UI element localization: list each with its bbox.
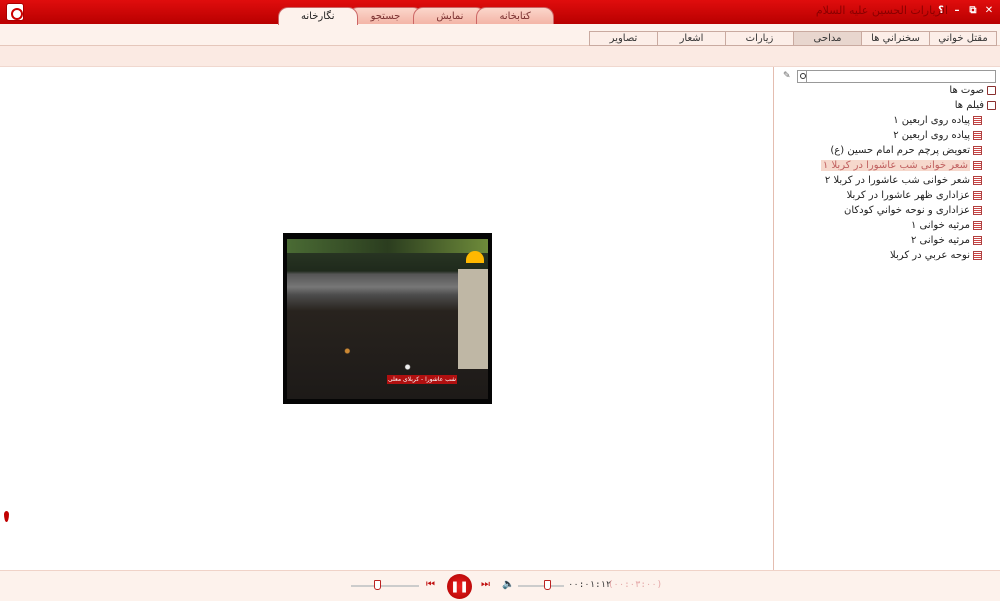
tab-gallery[interactable]: نگارخانه: [278, 7, 358, 25]
tree-item[interactable]: عزاداری و نوحه خواني کودکان: [776, 203, 982, 218]
tree-item[interactable]: عزاداری ظهر عاشورا در کربلا: [776, 188, 982, 203]
previous-icon[interactable]: ⏮: [426, 579, 435, 590]
seek-slider-thumb[interactable]: [544, 580, 551, 590]
tab-library[interactable]: کتابخانه: [476, 7, 554, 25]
minimize-button[interactable]: –: [950, 4, 964, 18]
file-icon: [973, 251, 982, 260]
tab-ziyarat[interactable]: زیارات: [725, 31, 793, 46]
folder-open-icon: [987, 101, 996, 110]
file-icon: [973, 191, 982, 200]
video-frame: شب عاشورا - کربلای معلی: [287, 239, 488, 399]
tree-item[interactable]: پیاده روی اربعین ۲: [776, 128, 982, 143]
tree-item[interactable]: نوحه عربي در کربلا: [776, 248, 982, 263]
file-icon: [973, 131, 982, 140]
file-icon: [973, 146, 982, 155]
window-title: الزيارات الحسين عليه السلام: [815, 4, 948, 17]
zoom-slider-thumb[interactable]: [374, 580, 381, 590]
total-time: (۰۰:۰۳:۰۰): [608, 580, 663, 590]
seek-slider-track[interactable]: [518, 585, 564, 587]
tree-item[interactable]: مرثیه خوانی ۱: [776, 218, 982, 233]
next-icon[interactable]: ⏭: [481, 579, 490, 590]
file-icon: [973, 116, 982, 125]
file-icon: [973, 206, 982, 215]
app-window: نگارخانه جستجو نمایش کتابخانه الزيارات ا…: [0, 0, 1000, 601]
edit-icon[interactable]: ✎: [783, 71, 791, 81]
media-sidebar: ✎ صوت ها فیلم ها پیاده روی اربعین ۱ پیاد…: [773, 67, 1000, 570]
video-caption: شب عاشورا - کربلای معلی: [387, 375, 457, 384]
video-player[interactable]: شب عاشورا - کربلای معلی: [283, 233, 492, 404]
channel-logo-icon: [466, 251, 484, 263]
current-time: ۰۰:۰۱:۱۲: [568, 580, 612, 590]
media-tree: صوت ها فیلم ها پیاده روی اربعین ۱ پیاده …: [776, 83, 996, 263]
volume-icon[interactable]: 🔈: [502, 579, 514, 590]
tree-folder-audio[interactable]: صوت ها: [776, 83, 996, 98]
tab-poems[interactable]: اشعار: [657, 31, 725, 46]
player-bar: ⏮ ❚❚ ⏭ 🔈 ۰۰:۰۱:۱۲ (۰۰:۰۳:۰۰): [0, 570, 1000, 601]
tree-item-selected[interactable]: شعر خوانی شب عاشورا در کربلا ۱: [776, 158, 982, 173]
category-tab-bar: تصاویر اشعار زیارات مداحی سخنراني ها مقت…: [0, 24, 1000, 46]
tree-folder-video[interactable]: فیلم ها: [776, 98, 996, 113]
close-button[interactable]: ✕: [982, 4, 996, 18]
tree-item[interactable]: مرثیه خوانی ۲: [776, 233, 982, 248]
tab-eulogy[interactable]: مداحی: [793, 31, 861, 46]
tree-item[interactable]: شعر خوانی شب عاشورا در کربلا ۲: [776, 173, 982, 188]
tree-item[interactable]: تعویض پرچم حرم امام حسین (ع): [776, 143, 982, 158]
search-input[interactable]: [806, 70, 996, 83]
file-icon: [973, 236, 982, 245]
title-bar: نگارخانه جستجو نمایش کتابخانه الزيارات ا…: [0, 0, 1000, 25]
video-area: شب عاشورا - کربلای معلی: [0, 67, 773, 570]
tree-item[interactable]: پیاده روی اربعین ۱: [776, 113, 982, 128]
restore-button[interactable]: ⧉: [966, 4, 980, 18]
tab-images[interactable]: تصاویر: [589, 31, 657, 46]
zoom-slider-track[interactable]: [351, 585, 419, 587]
file-icon: [973, 161, 982, 170]
folder-icon: [987, 86, 996, 95]
main-tabs: نگارخانه جستجو نمایش کتابخانه: [278, 7, 554, 25]
help-button[interactable]: ؟: [934, 4, 948, 18]
pause-button[interactable]: ❚❚: [447, 574, 472, 599]
file-icon: [973, 221, 982, 230]
tab-maqtal[interactable]: مقتل خواني: [929, 31, 997, 46]
tab-search[interactable]: جستجو: [347, 7, 424, 25]
app-logo-icon: [6, 3, 24, 21]
tab-speeches[interactable]: سخنراني ها: [861, 31, 929, 46]
content-header: [0, 46, 1000, 67]
file-icon: [973, 176, 982, 185]
